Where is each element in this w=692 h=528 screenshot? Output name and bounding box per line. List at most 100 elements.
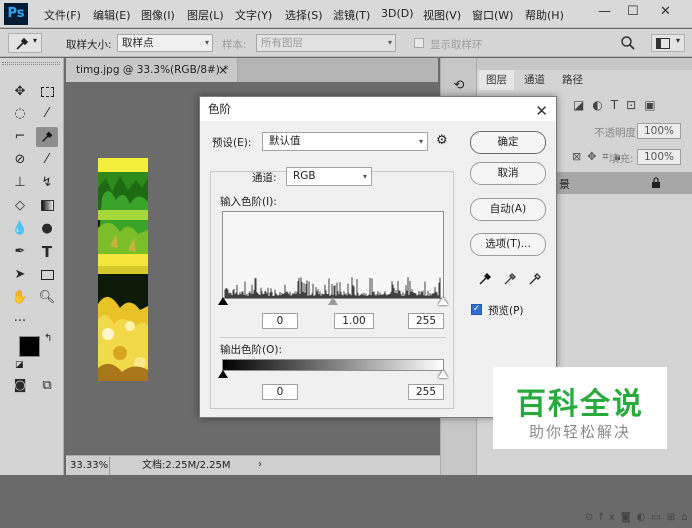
auto-button[interactable]: 自动(A) <box>470 198 546 221</box>
menu-layer[interactable]: 图层(L) <box>187 7 224 23</box>
zoom-icon[interactable]: 🔍︎ <box>36 288 58 308</box>
menu-select[interactable]: 选择(S) <box>285 7 323 23</box>
show-ring-label: 显示取样环 <box>430 39 483 51</box>
preset-gear-icon[interactable]: ⚙ <box>436 133 448 148</box>
options-button[interactable]: 选项(T)... <box>470 233 546 256</box>
more-tools-icon[interactable]: ··· <box>9 312 31 332</box>
hand-icon[interactable]: ✋ <box>9 288 31 308</box>
brush-icon[interactable]: ⁄ <box>36 150 58 170</box>
show-ring-checkbox[interactable] <box>414 38 424 48</box>
input-white-field[interactable]: 255 <box>408 313 444 329</box>
input-black-field[interactable]: 0 <box>262 313 298 329</box>
workspace-switcher[interactable]: ▾ <box>651 34 685 52</box>
preview-label: 预览(P) <box>488 305 524 317</box>
menu-image[interactable]: 图像(I) <box>141 7 175 23</box>
menu-window[interactable]: 窗口(W) <box>472 7 513 23</box>
crop-icon[interactable]: ⌐ <box>9 127 31 147</box>
sample-size-label: 取样大小: <box>66 39 112 51</box>
status-menu-arrow-icon[interactable]: › <box>258 456 262 474</box>
input-levels-label: 输入色阶(I): <box>220 196 277 208</box>
output-black-field[interactable]: 0 <box>262 384 298 400</box>
output-white-slider[interactable] <box>438 370 448 378</box>
tool-preset-picker[interactable]: ▾ <box>8 33 42 53</box>
sample-label: 样本: <box>222 39 247 51</box>
eraser-icon[interactable]: ◇ <box>9 196 31 216</box>
blur-icon[interactable]: 💧 <box>9 219 31 239</box>
ps-logo[interactable]: Ps <box>4 3 28 25</box>
path-select-icon[interactable]: ➤ <box>9 265 31 285</box>
input-black-slider[interactable] <box>218 297 228 305</box>
preset-label: 预设(E): <box>212 137 252 149</box>
history-panel-icon[interactable]: ⟲ <box>447 78 471 98</box>
sample-size-select[interactable]: 取样点 ▾ <box>117 34 213 52</box>
menu-type[interactable]: 文字(Y) <box>235 7 272 23</box>
input-white-slider[interactable] <box>438 297 448 305</box>
output-black-slider[interactable] <box>218 370 228 378</box>
watermark: 百科全说 助你轻松解决 <box>493 367 667 449</box>
search-icon[interactable] <box>620 35 636 51</box>
output-white-field[interactable]: 255 <box>408 384 444 400</box>
preset-select[interactable]: 默认值 ▾ <box>262 132 428 151</box>
background-layer-row[interactable]: 景 <box>557 172 692 194</box>
preview-checkbox[interactable]: ✓ <box>471 304 482 315</box>
history-brush-icon[interactable]: ↯ <box>36 173 58 193</box>
quick-mask-icon[interactable]: ◙ <box>9 376 31 396</box>
menu-bar: Ps 文件(F) 编辑(E) 图像(I) 图层(L) 文字(Y) 选择(S) 滤… <box>0 0 692 28</box>
tab-strip <box>238 58 438 82</box>
pen-icon[interactable]: ✒ <box>9 242 31 262</box>
menu-edit[interactable]: 编辑(E) <box>93 7 131 23</box>
document-info: 文档:2.25M/2.25M <box>142 460 231 471</box>
menu-help[interactable]: 帮助(H) <box>525 7 564 23</box>
gradient-icon[interactable] <box>36 196 58 216</box>
marquee-icon[interactable] <box>36 82 58 102</box>
document-tab[interactable]: timg.jpg @ 33.3%(RGB/8#) * × <box>66 58 238 82</box>
screen-mode-icon[interactable]: ⧉ <box>36 376 58 396</box>
menu-view[interactable]: 视图(V) <box>423 7 461 23</box>
menu-3d[interactable]: 3D(D) <box>381 7 414 20</box>
swap-colors-icon[interactable]: ↰ <box>44 333 52 344</box>
ok-button[interactable]: 确定 <box>470 131 546 154</box>
eyedropper-tool-icon[interactable] <box>36 127 58 147</box>
default-colors-icon[interactable]: ◪ <box>15 360 24 370</box>
healing-brush-icon[interactable]: ⊘ <box>9 150 31 170</box>
document-tab-title: timg.jpg @ 33.3%(RGB/8#) * <box>76 64 229 76</box>
type-icon[interactable]: T <box>36 242 58 262</box>
tab-channels[interactable]: 通道 <box>517 70 552 90</box>
cancel-button[interactable]: 取消 <box>470 162 546 185</box>
menu-filter[interactable]: 滤镜(T) <box>333 7 370 23</box>
dodge-icon[interactable]: ● <box>36 219 58 239</box>
toolbox-grip[interactable] <box>2 62 60 65</box>
tab-layers[interactable]: 图层 <box>479 70 514 90</box>
foreground-color-swatch[interactable] <box>19 336 40 357</box>
fill-field[interactable]: 100% <box>637 149 681 165</box>
zoom-level[interactable]: 33.33% <box>70 457 110 475</box>
channel-select[interactable]: RGB ▾ <box>286 167 372 186</box>
white-point-eyedropper-icon[interactable] <box>527 271 543 287</box>
input-gamma-slider[interactable] <box>328 297 338 305</box>
watermark-title: 百科全说 <box>516 387 644 422</box>
maximize-button[interactable]: ☐ <box>627 4 639 19</box>
opacity-field[interactable]: 100% <box>637 123 681 139</box>
histogram <box>222 211 444 299</box>
menu-file[interactable]: 文件(F) <box>44 7 81 23</box>
magic-wand-icon[interactable]: ⁄ <box>36 104 58 124</box>
gray-point-eyedropper-icon[interactable] <box>502 271 518 287</box>
stamp-icon[interactable]: ⊥ <box>9 173 31 193</box>
black-point-eyedropper-icon[interactable] <box>477 271 493 287</box>
close-tab-icon[interactable]: × <box>218 58 228 82</box>
dialog-title-bar[interactable]: 色阶 ✕ <box>200 97 556 121</box>
layer-action-icons[interactable]: ⊙fx◙◐▭⊞⌂ <box>585 512 692 528</box>
sample-select[interactable]: 所有图层 ▾ <box>256 34 396 52</box>
close-window-button[interactable]: ✕ <box>660 4 671 19</box>
document-image[interactable] <box>98 158 148 381</box>
divider <box>220 337 446 338</box>
tab-paths[interactable]: 路径 <box>555 70 590 90</box>
layer-filter-icons[interactable]: ◪◐T⊡▣ <box>573 98 664 112</box>
dialog-close-icon[interactable]: ✕ <box>535 99 548 123</box>
shape-icon[interactable] <box>36 265 58 285</box>
output-gradient <box>222 359 444 371</box>
input-gamma-field[interactable]: 1.00 <box>334 313 374 329</box>
minimize-button[interactable]: — <box>598 4 611 19</box>
lasso-icon[interactable]: ◌ <box>9 104 31 124</box>
move-icon[interactable]: ✥ <box>9 82 31 102</box>
